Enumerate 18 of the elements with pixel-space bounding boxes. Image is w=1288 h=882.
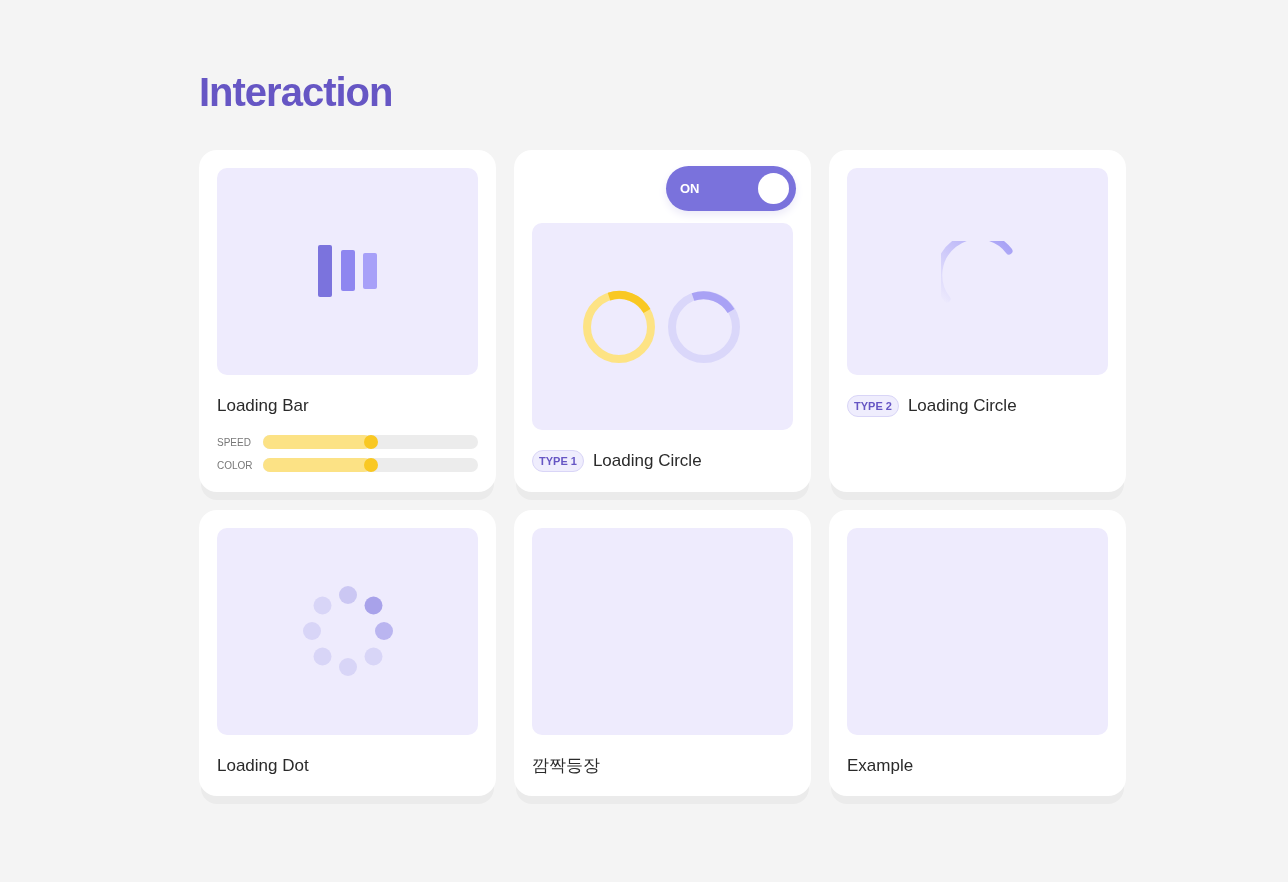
ring-loader-icon <box>582 288 743 365</box>
dot-loader-icon <box>301 585 394 677</box>
slider-track[interactable] <box>263 435 478 449</box>
card-title[interactable]: Loading Dot <box>217 752 309 778</box>
card-title[interactable]: Loading Circle <box>592 448 702 474</box>
spinner-icon <box>940 240 1015 303</box>
card-title[interactable]: Loading Bar <box>217 393 309 419</box>
card-title[interactable]: Loading Circle <box>907 393 1017 419</box>
card-title[interactable]: Example <box>847 752 914 778</box>
page-title: Interaction <box>199 70 393 114</box>
slider-label: COLOR <box>217 458 254 473</box>
slider-label: SPEED <box>217 435 252 450</box>
type-badge: TYPE 1 <box>532 449 584 472</box>
toggle-switch[interactable]: ON <box>666 166 796 211</box>
card-title[interactable]: 깜짝등장 <box>532 752 600 778</box>
type-badge: TYPE 2 <box>847 394 899 417</box>
bar-loader-icon <box>317 245 378 298</box>
slider-track[interactable] <box>263 458 478 472</box>
